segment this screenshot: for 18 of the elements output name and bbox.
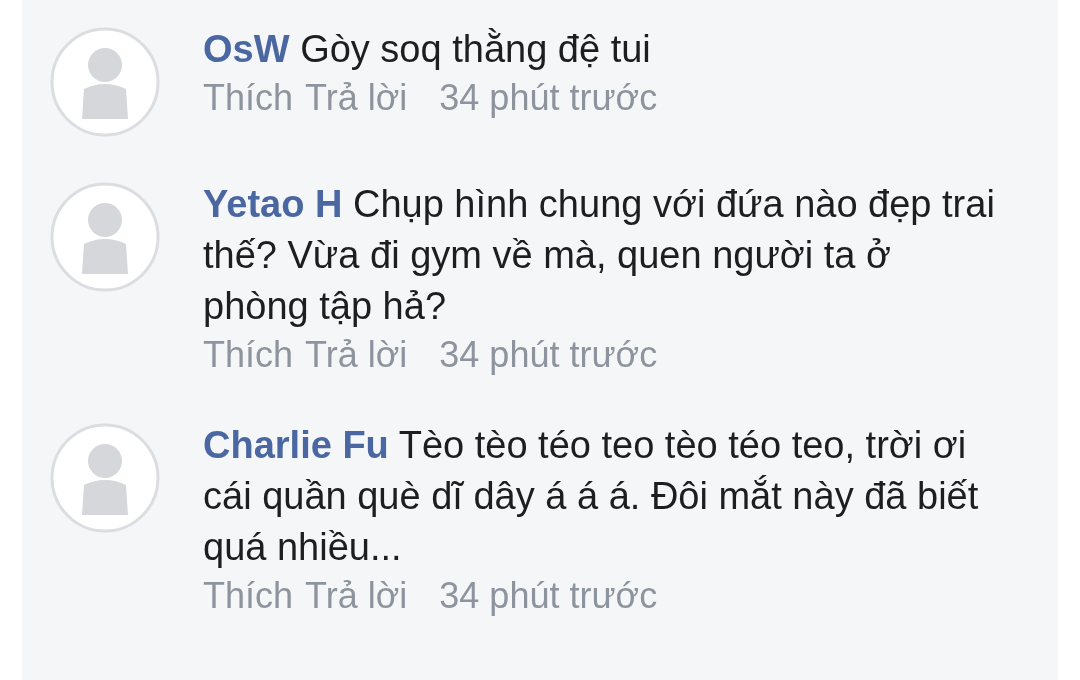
action-link[interactable]: Trả lời <box>305 332 408 378</box>
author-link[interactable]: OsW <box>203 28 290 70</box>
timestamp: 34 phút trước <box>439 333 658 377</box>
author-link[interactable]: Charlie Fu <box>203 424 389 466</box>
avatar-icon <box>50 182 160 292</box>
action-link[interactable]: Thích <box>203 332 294 378</box>
action-link[interactable]: Trả lời <box>305 75 408 121</box>
author-link[interactable]: Yetao H <box>203 183 343 225</box>
action-link[interactable]: Trả lời <box>305 573 408 619</box>
avatar-icon <box>50 423 160 533</box>
avatar-icon <box>50 27 160 137</box>
comment-text: OsW Gòy soq thằng đệ tui <box>203 27 652 72</box>
action-link[interactable]: Thích <box>203 75 294 121</box>
comment-text: Charlie Fu Tèo tèo téo teo tèo téo teo, trời ơi cái quần què dĩ dây á á á. Đôi mắt này đã biết quá nhiều... <box>203 423 980 570</box>
action-link[interactable]: Thích <box>203 573 294 619</box>
timestamp: 34 phút trước <box>439 574 658 618</box>
timestamp: 34 phút trước <box>439 76 658 120</box>
comment-text: Yetao H Chụp hình chung với đứa nào đẹp trai thế? Vừa đi gym về mà, quen người ta ở phòng tập hả? <box>203 182 996 329</box>
